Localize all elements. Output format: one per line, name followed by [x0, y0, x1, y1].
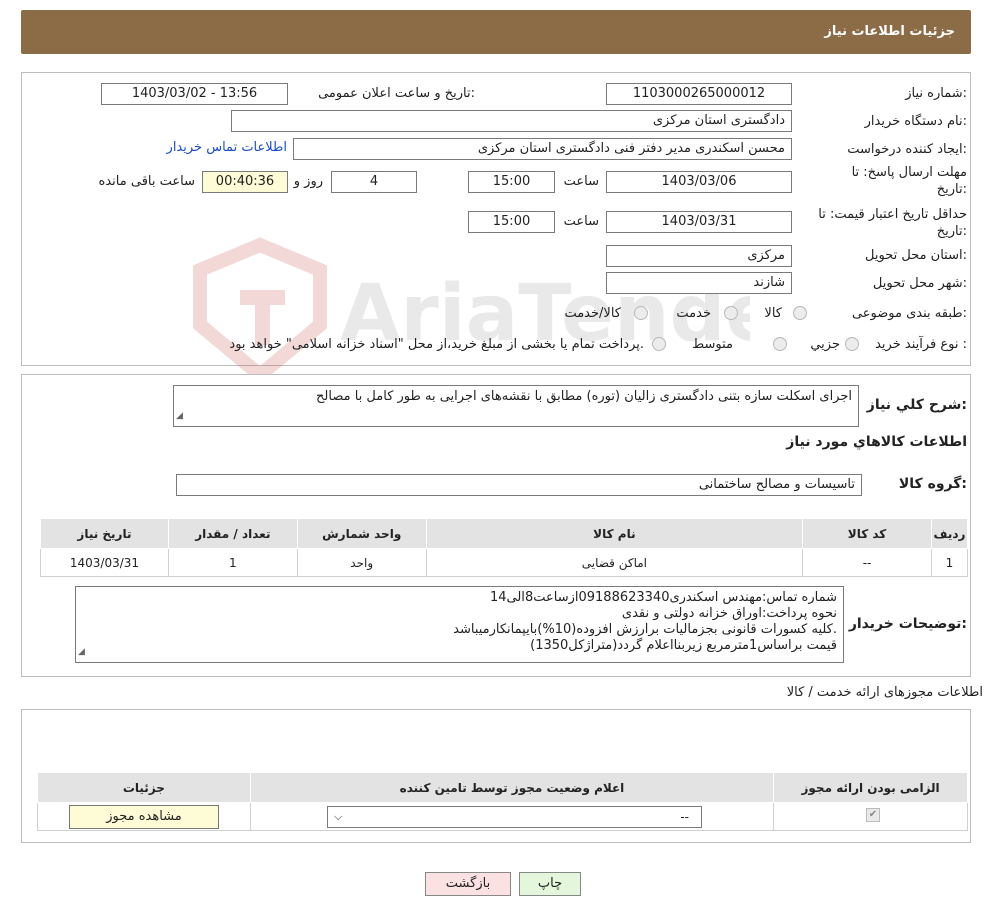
- category-option-service: خدمت: [676, 306, 711, 321]
- buyer-org-label: نام دستگاه خریدار:: [864, 114, 967, 129]
- resize-grip-icon[interactable]: ◢: [78, 644, 85, 660]
- col-item-code: کد کالا: [802, 518, 932, 549]
- permits-table-header: جزئیات اعلام وضعیت مجوز توسط تامین کننده…: [37, 772, 968, 803]
- col-permit-required: الزامی بودن ارائه مجوز: [773, 772, 968, 803]
- col-row: ردیف: [930, 518, 969, 549]
- page-title: جزئیات اطلاعات نیاز: [824, 24, 955, 39]
- goods-table-header: تاریخ نیاز تعداد / مقدار واحد شمارش نام …: [40, 518, 969, 549]
- need-number-field: 1103000265000012: [606, 83, 792, 105]
- days-field: 4: [331, 171, 417, 193]
- remaining-time-field: 00:40:36: [202, 171, 288, 193]
- buyer-org-field: دادگستری استان مرکزی: [231, 110, 792, 132]
- resize-grip-icon[interactable]: ◢: [176, 408, 183, 424]
- back-button[interactable]: بازگشت: [425, 872, 511, 896]
- announce-label: تاریخ و ساعت اعلان عمومی:: [318, 86, 475, 101]
- category-option-goods-service: کالا/خدمت: [564, 306, 621, 321]
- reply-time-field: 15:00: [468, 171, 555, 193]
- announce-field: 1403/03/02 - 13:56: [101, 83, 288, 105]
- col-unit: واحد شمارش: [296, 518, 427, 549]
- buyer-notes-line: نحوه پرداخت:اوراق خزانه دولتی و نقدی: [621, 606, 837, 621]
- category-radio-goods[interactable]: [793, 306, 807, 320]
- process-label: نوع فرآیند خرید :: [875, 337, 967, 352]
- col-permit-status: اعلام وضعیت مجوز توسط تامین کننده: [249, 772, 775, 803]
- page-header: جزئیات اطلاعات نیاز: [21, 10, 971, 54]
- buyer-contact-link[interactable]: اطلاعات تماس خریدار: [167, 140, 287, 155]
- buyer-notes-line: شماره تماس:مهندس اسکندری09188623340ازساع…: [489, 590, 837, 605]
- category-label: طبقه بندی موضوعی:: [851, 306, 967, 321]
- process-radio-medium[interactable]: [773, 337, 787, 351]
- remaining-label: ساعت باقی مانده: [98, 174, 195, 189]
- chevron-down-icon: ⌵: [334, 810, 343, 823]
- category-radio-goods-service[interactable]: [634, 306, 648, 320]
- process-note: پرداخت تمام یا بخشی از مبلغ خرید،از محل …: [229, 337, 644, 352]
- city-field: شازند: [606, 272, 792, 294]
- category-radio-service[interactable]: [724, 306, 738, 320]
- cell-row: 1: [930, 548, 969, 577]
- reply-date-field: 1403/03/06: [606, 171, 792, 193]
- print-button[interactable]: چاپ: [519, 872, 581, 896]
- buyer-notes-line: قیمت براساس1مترمربع زیربنااعلام گردد(متر…: [530, 638, 837, 653]
- process-option-medium: متوسط: [692, 337, 733, 352]
- goods-section-title: اطلاعات کالاهاي مورد نياز: [786, 434, 967, 450]
- col-item-name: نام کالا: [425, 518, 804, 549]
- price-date-field: 1403/03/31: [606, 211, 792, 233]
- price-time-label: ساعت: [563, 214, 599, 229]
- cell-item-code: --: [802, 548, 932, 577]
- category-option-goods: کالا: [764, 306, 782, 321]
- buyer-notes-label: توضیحات خریدار:: [848, 616, 967, 632]
- permit-required-checkbox[interactable]: ✔: [866, 808, 880, 822]
- process-option-small: جزیي: [810, 337, 840, 352]
- process-radio-small[interactable]: [845, 337, 859, 351]
- need-number-label: شماره نیاز:: [905, 86, 967, 101]
- buyer-notes-textarea[interactable]: شماره تماس:مهندس اسکندری09188623340ازساع…: [75, 586, 844, 663]
- goods-group-label: گروه کالا:: [898, 476, 967, 492]
- province-field: مرکزی: [606, 245, 792, 267]
- days-label: روز و: [293, 174, 323, 189]
- process-treasury-checkbox[interactable]: [652, 337, 666, 351]
- summary-textarea[interactable]: اجرای اسکلت سازه بتنی دادگستری زالیان (ت…: [173, 385, 859, 427]
- summary-label: شرح کلي نياز:: [866, 397, 967, 413]
- col-details: جزئیات: [37, 772, 251, 803]
- cell-need-date: 1403/03/31: [40, 548, 169, 577]
- view-permit-button[interactable]: مشاهده مجوز: [69, 805, 219, 829]
- city-label: شهر محل تحویل:: [872, 276, 967, 291]
- buyer-notes-line: کلیه کسورات قانونی بجزمالیات برارزش افزو…: [453, 622, 837, 637]
- permit-status-select[interactable]: -- ⌵: [327, 806, 702, 828]
- creator-label: ایجاد کننده درخواست:: [847, 142, 967, 157]
- goods-table: تاریخ نیاز تعداد / مقدار واحد شمارش نام …: [40, 518, 969, 577]
- permit-status-value: --: [680, 810, 689, 824]
- province-label: استان محل تحویل:: [865, 248, 967, 263]
- col-quantity: تعداد / مقدار: [167, 518, 298, 549]
- cell-item-name: اماکن قضایی: [425, 548, 804, 577]
- table-row: 1403/03/31 1 واحد اماکن قضایی -- 1: [40, 548, 969, 577]
- col-need-date: تاریخ نیاز: [40, 518, 169, 549]
- cell-unit: واحد: [296, 548, 427, 577]
- permits-section-title: اطلاعات مجوزهای ارائه خدمت / کالا: [786, 685, 983, 700]
- cell-quantity: 1: [167, 548, 298, 577]
- price-time-field: 15:00: [468, 211, 555, 233]
- reply-deadline-label: مهلت ارسال پاسخ: تا تاریخ:: [851, 165, 967, 197]
- creator-field: محسن اسکندری مدیر دفتر فنی دادگستری استا…: [293, 138, 792, 160]
- summary-text: اجرای اسکلت سازه بتنی دادگستری زالیان (ت…: [316, 389, 852, 404]
- reply-time-label: ساعت: [563, 174, 599, 189]
- goods-group-field: تاسیسات و مصالح ساختمانی: [176, 474, 862, 496]
- price-validity-label: حداقل تاریخ اعتبار قیمت: تا تاریخ:: [818, 207, 967, 239]
